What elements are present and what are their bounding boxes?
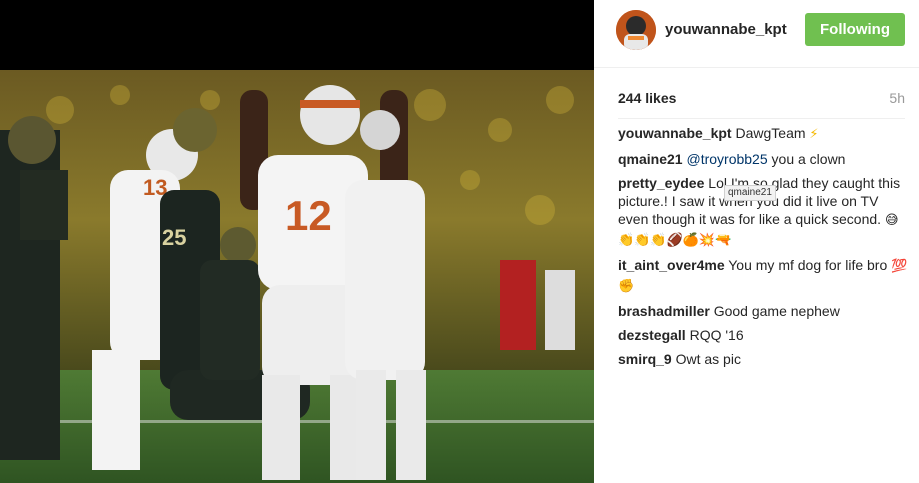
avatar-image: [616, 10, 656, 50]
comment-item: smirq_9 Owt as pic: [618, 350, 908, 368]
likes-count[interactable]: 244 likes: [618, 90, 676, 106]
comment-item: qmaine21 @troyrobb25 you a clown: [618, 150, 908, 168]
comment-username[interactable]: qmaine21: [618, 151, 683, 167]
divider: [618, 118, 905, 119]
post-header: youwannabe_kpt Following: [594, 0, 919, 68]
comments-list: youwannabe_kpt DawgTeam ⚡ qmaine21 @troy…: [618, 124, 908, 374]
caption: youwannabe_kpt DawgTeam ⚡: [618, 124, 908, 144]
post-author-username[interactable]: youwannabe_kpt: [665, 21, 787, 38]
comment-mention[interactable]: @troyrobb25: [686, 151, 767, 167]
comment-text: you a clown: [771, 151, 846, 167]
player-jersey-number: 12: [285, 192, 332, 239]
comment-username[interactable]: it_aint_over4me: [618, 257, 725, 273]
comment-username[interactable]: pretty_eydee: [618, 175, 704, 191]
avatar[interactable]: [616, 10, 656, 50]
comment-item: it_aint_over4me You my mf dog for life b…: [618, 256, 908, 296]
comment-text: Good game nephew: [713, 303, 840, 319]
comment-username[interactable]: dezstegall: [618, 327, 686, 343]
comment-username[interactable]: youwannabe_kpt: [618, 125, 732, 141]
comment-item: dezstegall RQQ '16: [618, 326, 908, 344]
comment-item: brashadmiller Good game nephew: [618, 302, 908, 320]
following-button[interactable]: Following: [805, 13, 905, 46]
comment-text: Owt as pic: [675, 351, 741, 367]
post-sidebar: youwannabe_kpt Following 244 likes 5h yo…: [594, 0, 919, 483]
comment-username[interactable]: smirq_9: [618, 351, 672, 367]
comment-text: RQQ '16: [689, 327, 744, 343]
comment-username[interactable]: brashadmiller: [618, 303, 710, 319]
comment-text: DawgTeam: [735, 125, 806, 141]
opponent-jersey-number: 25: [162, 225, 186, 250]
lightning-emoji: ⚡: [809, 127, 819, 142]
comment-text: You my mf dog for life bro: [728, 257, 888, 273]
photo-area: 13 25 12: [0, 0, 594, 483]
post-timestamp[interactable]: 5h: [889, 90, 905, 106]
username-tooltip: qmaine21: [724, 185, 776, 201]
post-photo[interactable]: 13 25 12: [0, 70, 594, 483]
